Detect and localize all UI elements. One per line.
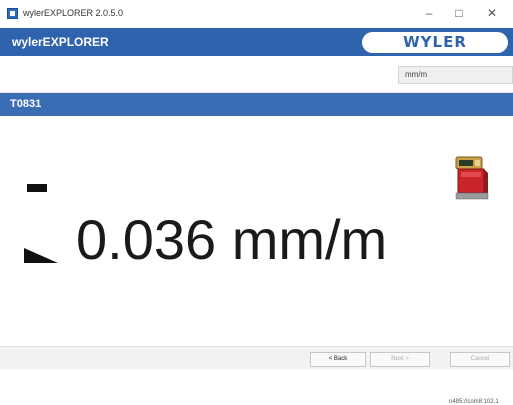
device-bar: T0831 [0, 93, 513, 116]
dash-indicator-icon [27, 184, 47, 192]
app-icon [7, 8, 18, 19]
device-id: T0831 [10, 98, 42, 110]
window-titlebar: wylerEXPLORER 2.0.5.0 – □ ✕ [0, 0, 513, 29]
app-header: wylerEXPLORER WYLER [0, 28, 513, 56]
toolbar: mm/m [0, 56, 513, 93]
footer-bar: < Back Next > Cancel [0, 346, 513, 369]
measurement-value: 0.036 mm/m [76, 208, 388, 271]
sensor-device-icon [455, 156, 489, 200]
logo-text: WYLER [403, 33, 467, 51]
window-title: wylerEXPLORER 2.0.5.0 [23, 8, 124, 18]
minimize-button[interactable]: – [418, 4, 440, 22]
maximize-button[interactable]: □ [448, 4, 470, 22]
wyler-logo: WYLER [362, 32, 508, 53]
next-button[interactable]: Next > [370, 352, 430, 367]
connection-info: n485://com8:102.1 [449, 399, 499, 405]
unit-select[interactable]: mm/m [398, 66, 513, 84]
cancel-button[interactable]: Cancel [450, 352, 510, 367]
close-button[interactable]: ✕ [481, 4, 503, 22]
app-name: wylerEXPLORER [12, 35, 109, 49]
inclination-wedge-icon [24, 248, 58, 263]
back-button[interactable]: < Back [310, 352, 366, 367]
measurement-panel: 0.036 mm/m n485://com8:102.1 [0, 116, 513, 405]
